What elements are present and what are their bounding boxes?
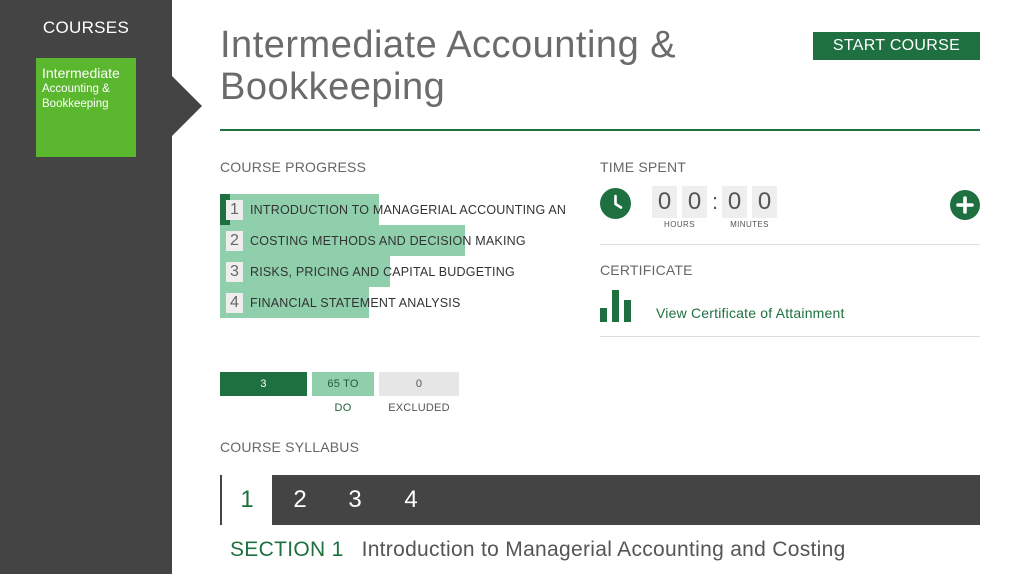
syllabus-tab-bar: 1 2 3 4: [220, 475, 980, 525]
start-course-button[interactable]: START COURSE: [813, 32, 980, 60]
time-separator: :: [711, 189, 719, 214]
course-syllabus-label: COURSE SYLLABUS: [220, 439, 360, 455]
tab-section-1[interactable]: 1: [220, 475, 272, 525]
minutes-digit-1: 0: [722, 186, 747, 218]
sidebar-title: COURSES: [42, 18, 130, 37]
minutes-label: MINUTES: [730, 220, 769, 229]
module-number: 4: [226, 293, 243, 313]
progress-row-2[interactable]: 2 COSTING METHODS AND DECISION MAKING: [220, 225, 580, 256]
todo-badge[interactable]: 65 TO DO: [312, 372, 374, 414]
section-number: SECTION 1: [230, 538, 344, 561]
module-title: FINANCIAL STATEMENT ANALYSIS: [250, 296, 461, 310]
header-divider: [220, 129, 980, 131]
tab-section-3[interactable]: 3: [329, 475, 381, 525]
bar-chart-icon: [600, 290, 631, 322]
excluded-badge[interactable]: 0 EXCLUDED: [379, 372, 459, 414]
certificate-divider: [600, 336, 980, 337]
sidebar-course-card[interactable]: Intermediate Accounting & Bookkeeping: [36, 58, 136, 157]
page-title-line1: Intermediate Accounting &: [220, 24, 677, 66]
section-heading: SECTION 1 Introduction to Managerial Acco…: [230, 538, 846, 562]
section-title: Introduction to Managerial Accounting an…: [361, 538, 846, 561]
completed-badge[interactable]: 3 COMPLETED: [220, 372, 307, 414]
time-spent-label: TIME SPENT: [600, 159, 687, 175]
minutes-digit-2: 0: [752, 186, 777, 218]
module-title: RISKS, PRICING AND CAPITAL BUDGETING: [250, 265, 515, 279]
module-title: INTRODUCTION TO MANAGERIAL ACCOUNTING AN: [250, 203, 567, 217]
time-divider: [600, 244, 980, 245]
module-title: COSTING METHODS AND DECISION MAKING: [250, 234, 526, 248]
chevron-right-icon: [172, 76, 202, 136]
module-number: 2: [226, 231, 243, 251]
add-time-button[interactable]: [950, 190, 980, 220]
page-title: Intermediate Accounting & Bookkeeping: [220, 24, 780, 108]
hours-label: HOURS: [664, 220, 695, 229]
view-certificate-link[interactable]: View Certificate of Attainment: [656, 305, 845, 321]
course-card-line1: Intermediate: [42, 65, 120, 81]
course-card-line3: Bookkeeping: [42, 98, 109, 110]
plus-icon: [956, 196, 974, 214]
sidebar: COURSES Intermediate Accounting & Bookke…: [0, 0, 172, 574]
certificate-label: CERTIFICATE: [600, 262, 693, 278]
progress-row-1[interactable]: 1 INTRODUCTION TO MANAGERIAL ACCOUNTING …: [220, 194, 580, 225]
tab-section-2[interactable]: 2: [274, 475, 326, 525]
clock-icon: [600, 188, 631, 219]
hours-digit-1: 0: [652, 186, 677, 218]
progress-row-3[interactable]: 3 RISKS, PRICING AND CAPITAL BUDGETING: [220, 256, 580, 287]
tab-section-4[interactable]: 4: [385, 475, 437, 525]
module-number: 1: [226, 200, 243, 220]
page-title-line2: Bookkeeping: [220, 66, 446, 108]
course-card-line2: Accounting &: [42, 83, 110, 95]
module-number: 3: [226, 262, 243, 282]
course-progress-label: COURSE PROGRESS: [220, 159, 367, 175]
hours-digit-2: 0: [682, 186, 707, 218]
progress-row-4[interactable]: 4 FINANCIAL STATEMENT ANALYSIS: [220, 287, 580, 318]
